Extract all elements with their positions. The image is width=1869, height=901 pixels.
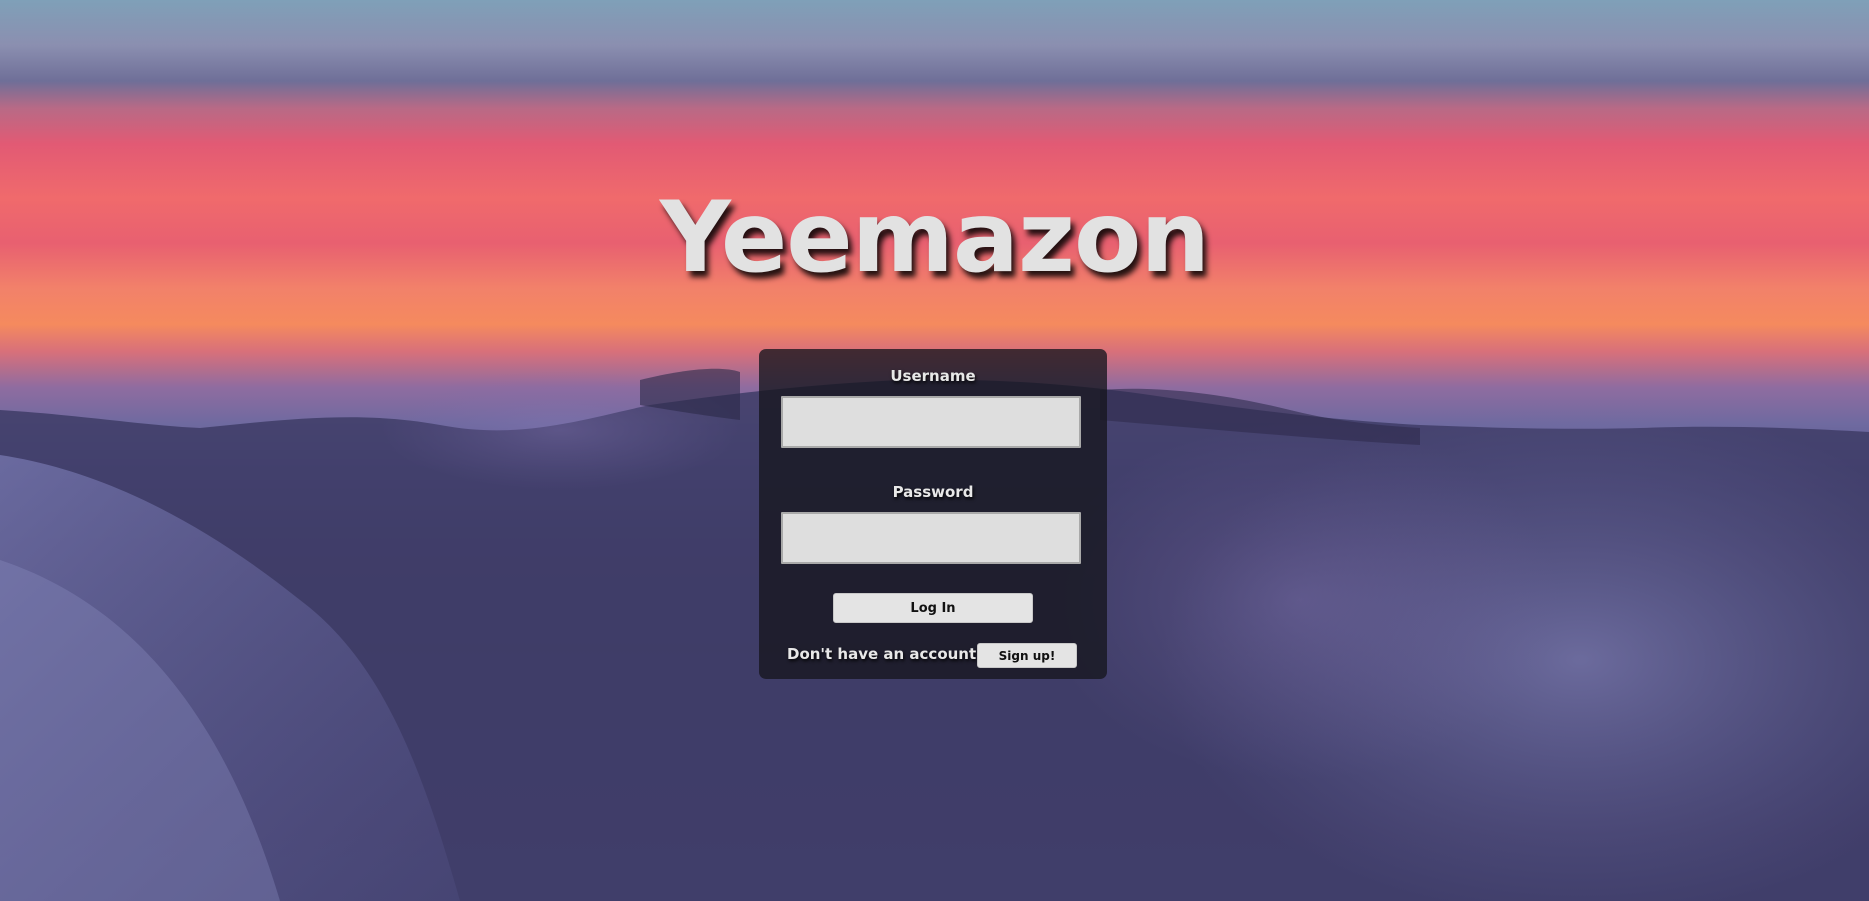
signup-row: Don't have an account? Sign up!	[787, 643, 1087, 669]
password-label: Password	[892, 483, 974, 501]
app-title: Yeemazon	[659, 181, 1210, 295]
login-panel: Username Password Log In Don't have an a…	[759, 349, 1107, 679]
login-button[interactable]: Log In	[833, 593, 1033, 623]
password-field[interactable]	[781, 512, 1081, 564]
signup-prompt: Don't have an account?	[787, 645, 985, 663]
username-label: Username	[890, 367, 976, 385]
signup-button[interactable]: Sign up!	[977, 643, 1077, 668]
username-field[interactable]	[781, 396, 1081, 448]
